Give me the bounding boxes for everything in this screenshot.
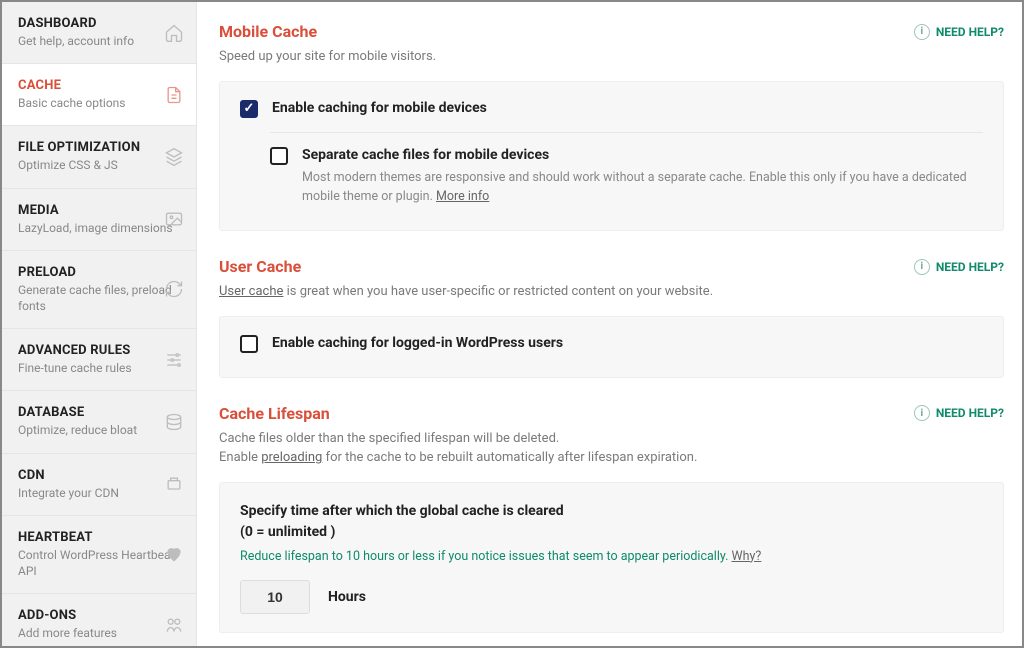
sliders-icon	[164, 350, 184, 370]
sidebar-item-desc: Add more features	[18, 625, 182, 641]
user-cache-panel: Enable caching for logged-in WordPress u…	[219, 316, 1004, 378]
need-help-link[interactable]: i NEED HELP?	[914, 259, 1004, 275]
sidebar-item-label: DASHBOARD	[18, 16, 182, 31]
sidebar-item-label: ADD-ONS	[18, 608, 182, 623]
sidebar-item-desc: LazyLoad, image dimensions	[18, 220, 182, 236]
lifespan-tip: Reduce lifespan to 10 hours or less if y…	[240, 549, 983, 564]
section-title: Cache Lifespan	[219, 404, 330, 423]
refresh-icon	[164, 279, 184, 299]
sidebar-item-heartbeat[interactable]: HEARTBEAT Control WordPress Heartbeat AP…	[2, 516, 196, 594]
sidebar-item-label: CDN	[18, 468, 182, 483]
why-link[interactable]: Why?	[732, 549, 762, 564]
sidebar-item-dashboard[interactable]: DASHBOARD Get help, account info	[2, 2, 196, 64]
sidebar-item-label: MEDIA	[18, 203, 182, 218]
need-help-label: NEED HELP?	[936, 25, 1004, 39]
sidebar-item-media[interactable]: MEDIA LazyLoad, image dimensions	[2, 189, 196, 251]
main-content: Mobile Cache i NEED HELP? Speed up your …	[197, 2, 1022, 646]
section-desc: User cache is great when you have user-s…	[219, 282, 1004, 302]
lifespan-unit-label: Hours	[328, 589, 366, 605]
more-info-link[interactable]: More info	[436, 189, 489, 204]
sidebar-item-addons[interactable]: ADD-ONS Add more features	[2, 594, 196, 646]
lifespan-value-input[interactable]	[240, 580, 310, 614]
addons-icon	[164, 615, 184, 635]
option-desc: Most modern themes are responsive and sh…	[302, 168, 983, 207]
sidebar-item-desc: Optimize, reduce bloat	[18, 422, 182, 438]
user-cache-link[interactable]: User cache	[219, 284, 283, 299]
sidebar-item-desc: Fine-tune cache rules	[18, 360, 182, 376]
sidebar-item-database[interactable]: DATABASE Optimize, reduce bloat	[2, 391, 196, 453]
need-help-link[interactable]: i NEED HELP?	[914, 24, 1004, 40]
layers-icon	[164, 147, 184, 167]
sidebar-item-cache[interactable]: CACHE Basic cache options	[2, 64, 196, 126]
help-icon: i	[914, 405, 930, 421]
preloading-link[interactable]: preloading	[261, 450, 322, 465]
lifespan-field-label: Specify time after which the global cach…	[240, 501, 983, 543]
sidebar-item-desc: Integrate your CDN	[18, 485, 182, 501]
cdn-icon	[164, 474, 184, 494]
sidebar-item-desc: Optimize CSS & JS	[18, 157, 182, 173]
section-desc: Speed up your site for mobile visitors.	[219, 47, 1004, 67]
sidebar-item-label: ADVANCED RULES	[18, 343, 182, 358]
sidebar: DASHBOARD Get help, account info CACHE B…	[2, 2, 197, 646]
image-icon	[164, 209, 184, 229]
section-user-cache: User Cache i NEED HELP? User cache is gr…	[219, 257, 1004, 378]
sidebar-item-desc: Basic cache options	[18, 95, 182, 111]
help-icon: i	[914, 259, 930, 275]
lifespan-panel: Specify time after which the global cach…	[219, 482, 1004, 633]
section-title: User Cache	[219, 257, 301, 276]
section-mobile-cache: Mobile Cache i NEED HELP? Speed up your …	[219, 22, 1004, 231]
sidebar-item-desc: Generate cache files, preload fonts	[18, 282, 182, 314]
option-label: Separate cache files for mobile devices	[302, 147, 983, 163]
sidebar-item-cdn[interactable]: CDN Integrate your CDN	[2, 454, 196, 516]
sidebar-item-label: FILE OPTIMIZATION	[18, 140, 182, 155]
help-icon: i	[914, 24, 930, 40]
database-icon	[164, 412, 184, 432]
document-icon	[164, 85, 184, 105]
need-help-label: NEED HELP?	[936, 260, 1004, 274]
checkbox-enable-mobile-cache[interactable]	[240, 100, 258, 118]
sidebar-item-preload[interactable]: PRELOAD Generate cache files, preload fo…	[2, 251, 196, 329]
option-label: Enable caching for mobile devices	[272, 100, 983, 116]
section-title: Mobile Cache	[219, 22, 317, 41]
sidebar-item-label: DATABASE	[18, 405, 182, 420]
sidebar-item-advanced-rules[interactable]: ADVANCED RULES Fine-tune cache rules	[2, 329, 196, 391]
mobile-cache-panel: Enable caching for mobile devices Separa…	[219, 81, 1004, 232]
section-desc: Cache files older than the specified lif…	[219, 429, 1004, 468]
sidebar-item-desc: Get help, account info	[18, 33, 182, 49]
sidebar-item-file-optimization[interactable]: FILE OPTIMIZATION Optimize CSS & JS	[2, 126, 196, 188]
sidebar-item-label: PRELOAD	[18, 265, 182, 280]
checkbox-separate-mobile-cache[interactable]	[270, 147, 288, 165]
sidebar-item-label: HEARTBEAT	[18, 530, 182, 545]
checkbox-user-cache[interactable]	[240, 335, 258, 353]
section-cache-lifespan: Cache Lifespan i NEED HELP? Cache files …	[219, 404, 1004, 633]
need-help-link[interactable]: i NEED HELP?	[914, 405, 1004, 421]
home-icon	[164, 23, 184, 43]
need-help-label: NEED HELP?	[936, 406, 1004, 420]
sidebar-item-label: CACHE	[18, 78, 182, 93]
heartbeat-icon	[164, 544, 184, 564]
sidebar-item-desc: Control WordPress Heartbeat API	[18, 547, 182, 579]
option-label: Enable caching for logged-in WordPress u…	[272, 335, 983, 351]
